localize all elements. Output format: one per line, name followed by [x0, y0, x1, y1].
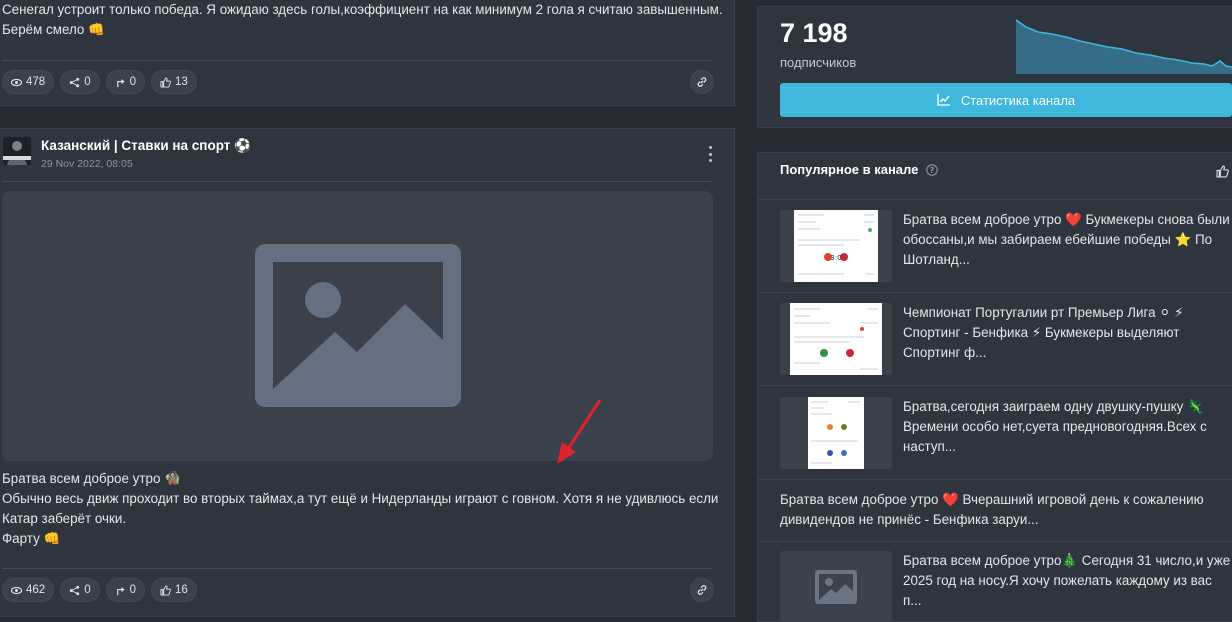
red-arrow-annotation [557, 399, 602, 464]
svg-text:?: ? [930, 166, 935, 175]
post-line-2: Обычно весь движ проходит во вторых тайм… [2, 491, 719, 506]
bet-slip-image-icon [811, 401, 860, 464]
divider [758, 199, 1232, 200]
popular-item-line: Спортинг - Бенфика ⚡ Букмекеры выделяют [903, 325, 1180, 340]
post-image-placeholder[interactable] [2, 191, 713, 461]
bet-slip-image-icon: 3:0 [798, 214, 874, 275]
divider [2, 568, 713, 569]
likes-counter[interactable]: 13 [151, 70, 197, 94]
views-counter[interactable]: 462 [2, 578, 55, 602]
popular-title-text: Популярное в канале [780, 162, 919, 177]
more-options-icon[interactable] [706, 146, 714, 162]
forwards-count: 0 [129, 76, 136, 88]
post-prev-line-2: Берём смело 👊 [2, 22, 105, 37]
popular-item-line: Братва всем доброе утро ❤️ Вчерашний игр… [780, 492, 1204, 507]
shares-count: 0 [84, 76, 91, 88]
channel-avatar[interactable] [3, 137, 31, 165]
chart-line-icon [937, 94, 950, 106]
help-circle-icon[interactable]: ? [926, 163, 939, 176]
forwards-counter[interactable]: 0 [105, 70, 145, 94]
shares-counter[interactable]: 0 [60, 578, 100, 602]
popular-item[interactable]: Братва всем доброе утро ❤️ Вчерашний игр… [780, 490, 1232, 532]
divider [758, 385, 1232, 386]
link-icon [697, 585, 707, 595]
share-icon [70, 585, 80, 595]
avatar-image-icon [3, 137, 31, 165]
thumbs-up-icon[interactable] [1216, 165, 1229, 178]
divider [2, 60, 713, 61]
likes-count: 16 [175, 584, 188, 596]
likes-counter[interactable]: 16 [151, 578, 197, 602]
popular-item-line: дивидендов не принёс - Бенфика заруи... [780, 512, 1039, 527]
post-prev-line-1: Сенегал устроит только победа. Я ожидаю … [2, 2, 723, 17]
thumbs-up-icon [160, 584, 171, 596]
thumbs-up-icon [160, 76, 171, 88]
subscriber-label: подписчиков [780, 55, 857, 70]
popular-title: Популярное в канале ? [780, 162, 939, 177]
post-stats: 462 0 0 16 [2, 578, 197, 602]
post-line-1: Братва всем доброе утро 🧌 [2, 471, 181, 486]
forwards-counter[interactable]: 0 [105, 578, 145, 602]
channel-name[interactable]: Казанский | Ставки на спорт ⚽ [41, 138, 251, 154]
post-prev-stats: 478 0 0 13 [2, 70, 197, 94]
popular-item-line: Братва,сегодня заиграем одну двушку-пушк… [903, 399, 1204, 414]
popular-item-line: Братва всем доброе утро🎄 Сегодня 31 числ… [903, 553, 1231, 568]
popular-item-line: Шотланд... [903, 252, 970, 267]
popular-item[interactable]: Чемпионат Португалии рт Премьер Лига ⚪ ⚡… [780, 303, 1232, 377]
link-icon [697, 77, 707, 87]
svg-text:3:0: 3:0 [830, 254, 841, 262]
popular-item-line: Братва всем доброе утро ❤️ Букмекеры сно… [903, 212, 1230, 227]
popular-item-line: обоссаны,и мы забираем ебейшие победы ⭐ … [903, 232, 1213, 247]
divider [758, 292, 1232, 293]
divider [758, 541, 1232, 542]
popular-item-line: Чемпионат Португалии рт Премьер Лига ⚪ ⚡ [903, 305, 1184, 320]
popular-item-thumbnail [780, 397, 892, 469]
copy-link-button[interactable] [690, 578, 714, 602]
post-date: 29 Nov 2022, 08:05 [41, 158, 133, 170]
image-placeholder-icon [255, 244, 461, 407]
popular-item-thumbnail [780, 551, 892, 621]
forwards-count: 0 [129, 584, 136, 596]
views-count: 478 [26, 76, 46, 88]
share-icon [70, 77, 80, 87]
popular-item[interactable]: Братва всем доброе утро🎄 Сегодня 31 числ… [780, 551, 1232, 621]
popular-item-line: наступ... [903, 439, 956, 454]
channel-stats-button-label: Статистика канала [960, 92, 1076, 108]
image-placeholder-icon [815, 570, 857, 604]
eye-icon [11, 78, 22, 86]
forward-icon [116, 586, 125, 595]
popular-item-line: 2025 год на носу.Я хочу пожелать каждому… [903, 573, 1212, 608]
post-line-4: Фарту 👊 [2, 531, 61, 546]
channel-stats-button[interactable]: Статистика канала [780, 83, 1232, 117]
divider [758, 479, 1232, 480]
popular-item-thumbnail: 3:0 [780, 210, 892, 282]
popular-item-thumbnail [780, 303, 892, 375]
divider [2, 181, 713, 182]
post-line-3: Катар заберёт очки. [2, 511, 127, 526]
shares-count: 0 [84, 584, 91, 596]
popular-item[interactable]: 3:0 Братва всем доброе утро ❤️ Букмекеры… [780, 210, 1232, 284]
bet-slip-image-icon [794, 308, 878, 370]
shares-counter[interactable]: 0 [60, 70, 100, 94]
popular-item[interactable]: Братва,сегодня заиграем одну двушку-пушк… [780, 397, 1232, 471]
copy-link-button[interactable] [690, 70, 714, 94]
views-count: 462 [26, 584, 46, 596]
popular-item-line: Спортинг ф... [903, 345, 987, 360]
forward-icon [116, 78, 125, 87]
subscriber-sparkline [1016, 19, 1232, 74]
likes-count: 13 [175, 76, 188, 88]
subscriber-count: 7 198 [780, 18, 848, 48]
views-counter[interactable]: 478 [2, 70, 55, 94]
eye-icon [11, 586, 22, 594]
popular-item-line: Времени особо нет,суета предновогодняя.В… [903, 419, 1207, 434]
